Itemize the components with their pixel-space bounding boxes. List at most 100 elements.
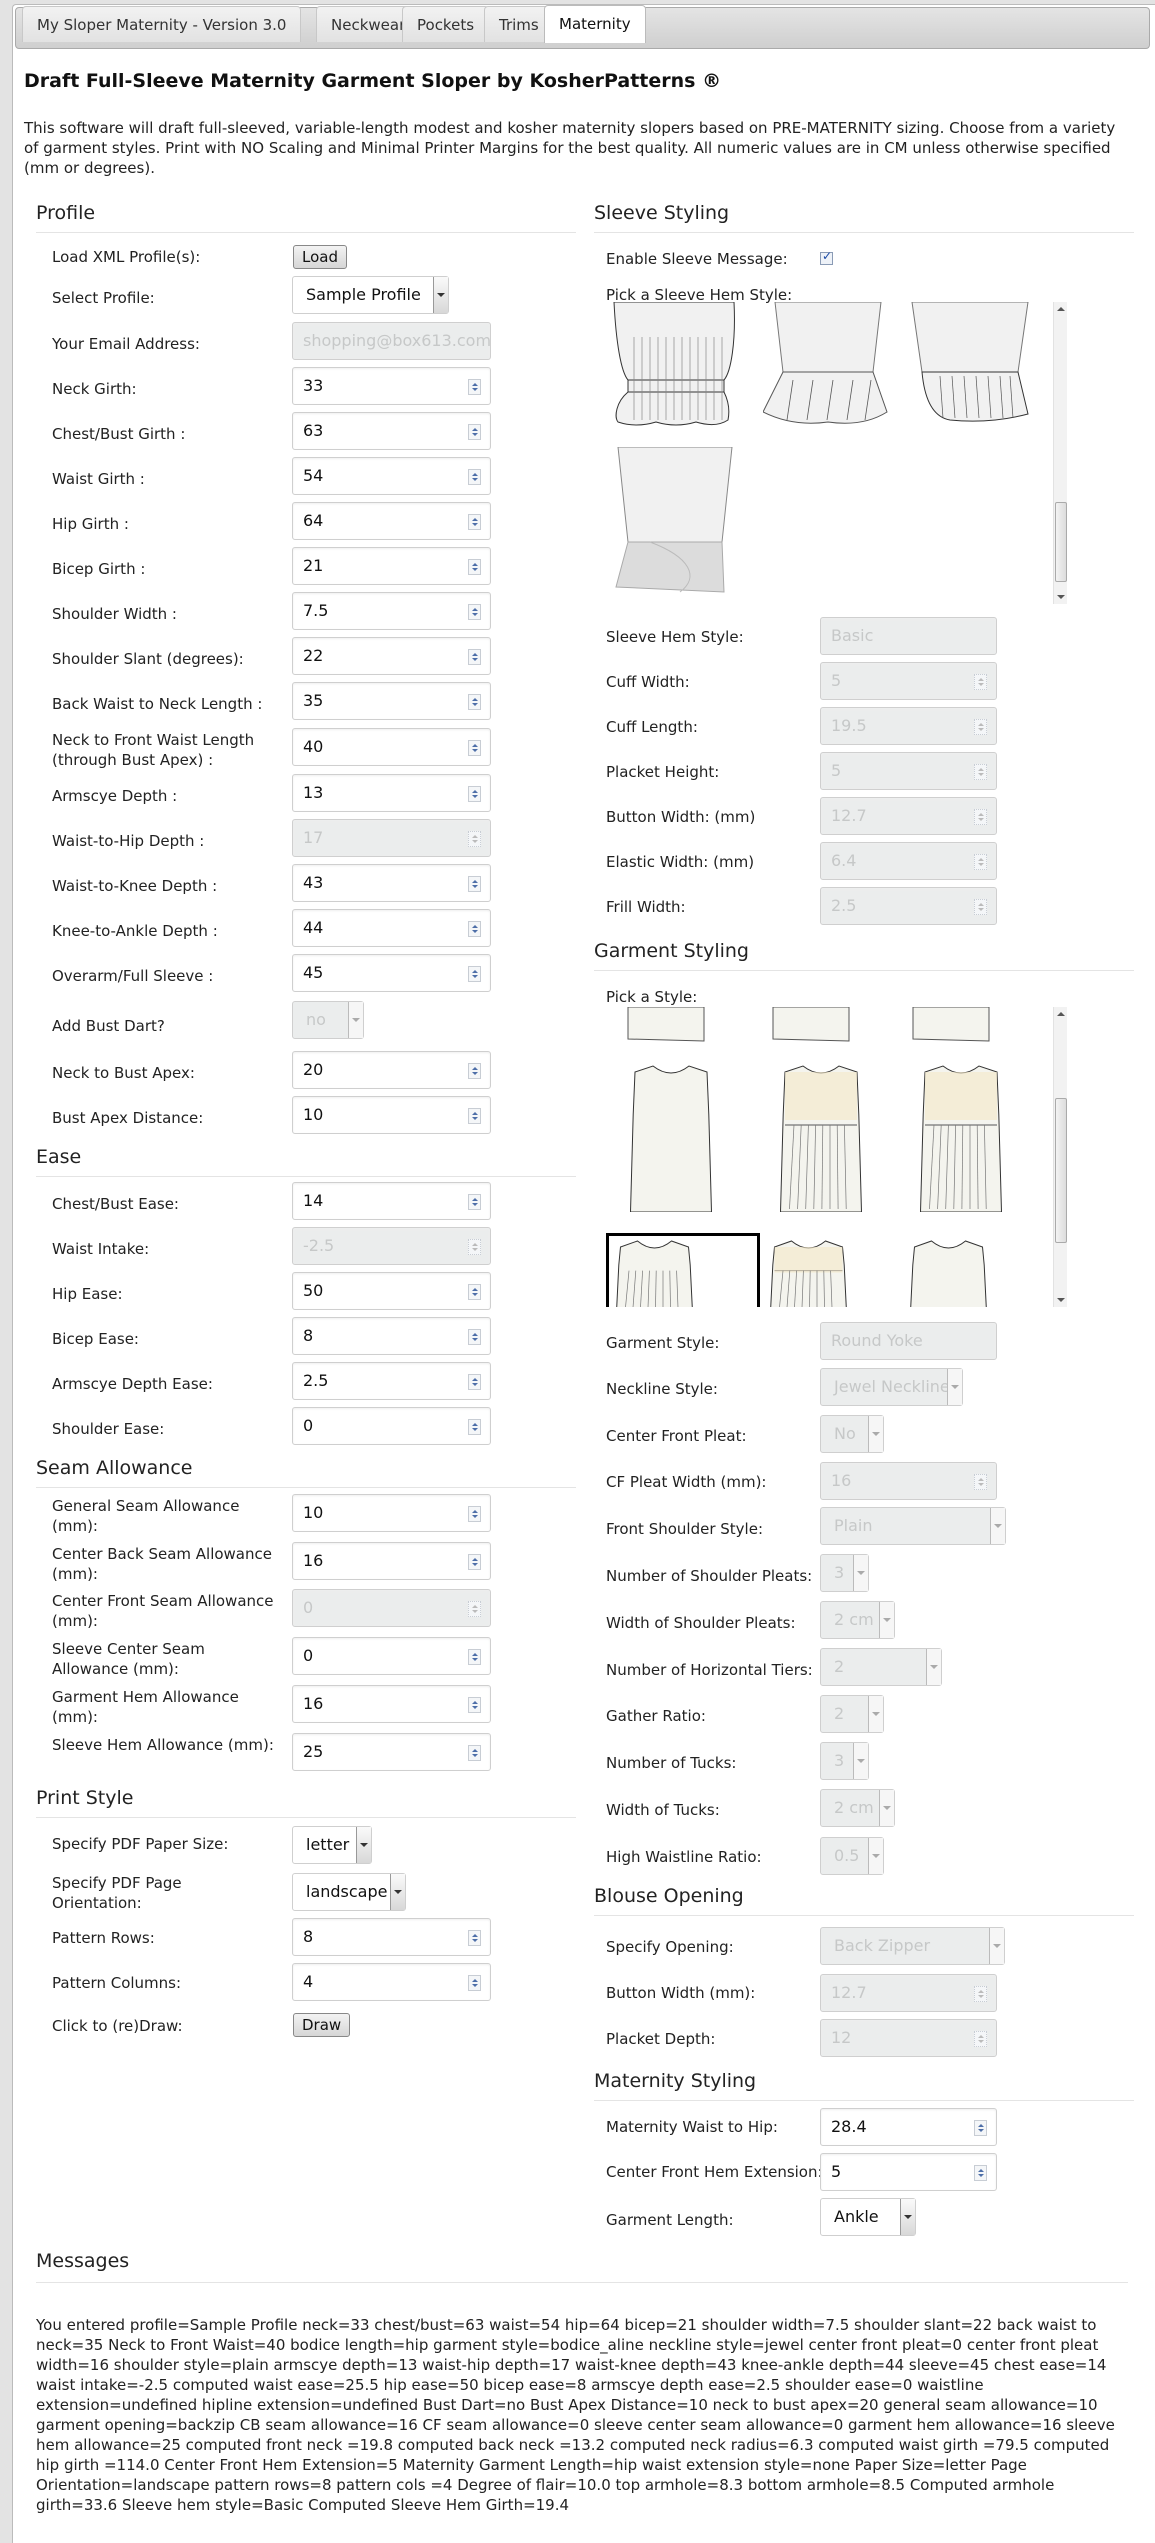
measurement-input[interactable]: 13	[292, 774, 491, 812]
placket-depth-label: Placket Depth:	[606, 2030, 716, 2048]
spinner-arrows-icon[interactable]	[468, 1930, 481, 1946]
garment-style-thumbnail[interactable]	[776, 1062, 866, 1216]
garment-style-thumbnail[interactable]	[906, 1237, 991, 1307]
garment-style-thumbnail[interactable]	[626, 1007, 706, 1047]
paper-size-select[interactable]: letter	[292, 1826, 372, 1864]
pattern-cols-input[interactable]: 4	[292, 1963, 491, 2001]
measurement-input[interactable]: 7.5	[292, 592, 491, 630]
spinner-arrows-icon	[974, 1986, 987, 2002]
sleeve-hem-gallery[interactable]	[600, 302, 1125, 602]
ease-input[interactable]: 50	[292, 1272, 491, 1310]
scroll-down-icon[interactable]	[1057, 1298, 1065, 1302]
ease-input[interactable]: 8	[292, 1317, 491, 1355]
measurement-input[interactable]: 10	[292, 1096, 491, 1134]
measurement-input[interactable]: 21	[292, 547, 491, 585]
spinner-arrows-icon[interactable]	[468, 1697, 481, 1713]
chevron-down-icon[interactable]	[900, 2199, 915, 2235]
garment-length-select[interactable]: Ankle	[820, 2198, 916, 2236]
measurement-input[interactable]: 40	[292, 728, 491, 766]
measurement-input[interactable]: 20	[292, 1051, 491, 1089]
scroll-down-icon[interactable]	[1057, 595, 1065, 599]
spinner-arrows-icon[interactable]	[468, 1329, 481, 1345]
spinner-arrows-icon[interactable]	[468, 604, 481, 620]
sleeve-hem-thumbnail[interactable]	[762, 302, 893, 431]
measurement-input[interactable]: 64	[292, 502, 491, 540]
spinner-arrows-icon[interactable]	[468, 876, 481, 892]
draw-button[interactable]: Draw	[293, 2013, 351, 2037]
sleeve-hem-thumbnail[interactable]	[606, 302, 736, 431]
seam-allowance-input[interactable]: 16	[292, 1542, 491, 1580]
chevron-down-icon[interactable]	[390, 1874, 405, 1910]
ease-input[interactable]: 14	[292, 1182, 491, 1220]
measurement-input[interactable]: 44	[292, 909, 491, 947]
gather-ratio-select-value: 2	[834, 1704, 845, 1723]
orientation-select[interactable]: landscape	[292, 1873, 406, 1911]
spinner-arrows-icon[interactable]	[974, 2120, 987, 2136]
sleeve-hem-thumbnail[interactable]	[610, 446, 740, 601]
spinner-arrows-icon[interactable]	[468, 1419, 481, 1435]
spinner-arrows-icon[interactable]	[468, 1063, 481, 1079]
measurement-input[interactable]: 35	[292, 682, 491, 720]
spinner-arrows-icon[interactable]	[468, 1975, 481, 1991]
scroll-up-icon[interactable]	[1057, 1012, 1065, 1016]
garment-style-thumbnail[interactable]	[626, 1062, 716, 1216]
garment-gallery-scrollbar[interactable]	[1053, 1007, 1067, 1307]
select-profile-dropdown[interactable]: Sample Profile	[292, 276, 449, 314]
chevron-down-icon[interactable]	[433, 277, 448, 313]
spinner-arrows-icon[interactable]	[468, 1745, 481, 1761]
spinner-arrows-icon[interactable]	[468, 966, 481, 982]
garment-style-thumbnail[interactable]	[771, 1007, 851, 1047]
tab-pockets[interactable]: Pockets	[402, 6, 490, 42]
spinner-arrows-icon[interactable]	[468, 559, 481, 575]
spinner-arrows-icon[interactable]	[468, 1506, 481, 1522]
measurement-input[interactable]: 63	[292, 412, 491, 450]
pattern-cols-label: Pattern Columns:	[52, 1974, 182, 1992]
spinner-arrows-icon[interactable]	[468, 694, 481, 710]
spinner-arrows-icon[interactable]	[468, 1554, 481, 1570]
spinner-arrows-icon[interactable]	[468, 1108, 481, 1124]
scroll-thumb[interactable]	[1055, 502, 1067, 582]
scroll-thumb[interactable]	[1055, 1098, 1067, 1243]
sleeve-message-checkbox[interactable]	[820, 249, 833, 265]
spinner-arrows-icon[interactable]	[468, 921, 481, 937]
chevron-down-icon[interactable]	[356, 1827, 371, 1863]
seam-allowance-input[interactable]: 25	[292, 1733, 491, 1771]
load-button[interactable]: Load	[293, 245, 347, 269]
spinner-arrows-icon[interactable]	[468, 1284, 481, 1300]
spinner-arrows-icon[interactable]	[468, 1374, 481, 1390]
pattern-rows-input[interactable]: 8	[292, 1918, 491, 1956]
spinner-arrows-icon[interactable]	[468, 786, 481, 802]
ease-input[interactable]: 0	[292, 1407, 491, 1445]
measurement-input[interactable]: 43	[292, 864, 491, 902]
spinner-arrows-icon[interactable]	[974, 2165, 987, 2181]
seam-allowance-input[interactable]: 16	[292, 1685, 491, 1723]
spinner-arrows-icon[interactable]	[468, 379, 481, 395]
garment-style-thumbnail[interactable]	[911, 1007, 991, 1047]
spinner-arrows-icon[interactable]	[468, 1649, 481, 1665]
seam-allowance-input[interactable]: 10	[292, 1494, 491, 1532]
sleeve-gallery-scrollbar[interactable]	[1053, 302, 1067, 604]
spinner-arrows-icon[interactable]	[468, 514, 481, 530]
spinner-arrows-icon[interactable]	[468, 649, 481, 665]
garment-style-thumbnail[interactable]	[916, 1062, 1006, 1216]
seam-allowance-input[interactable]: 0	[292, 1637, 491, 1675]
section-title-maternity-styling: Maternity Styling	[594, 2070, 757, 2092]
spinner-arrows-icon[interactable]	[468, 469, 481, 485]
measurement-input[interactable]: 45	[292, 954, 491, 992]
ease-input[interactable]: 2.5	[292, 1362, 491, 1400]
garment-style-thumbnail[interactable]	[766, 1237, 851, 1307]
cf-hem-extension-input[interactable]: 5	[820, 2153, 997, 2191]
spinner-arrows-icon[interactable]	[468, 740, 481, 756]
sleeve-hem-thumbnail[interactable]	[910, 302, 1030, 431]
measurement-input[interactable]: 22	[292, 637, 491, 675]
measurement-input-value: 44	[303, 918, 324, 937]
scroll-up-icon[interactable]	[1057, 307, 1065, 311]
measurement-input[interactable]: 54	[292, 457, 491, 495]
maternity-waist-hip-input[interactable]: 28.4	[820, 2108, 997, 2146]
spinner-arrows-icon[interactable]	[468, 424, 481, 440]
tab-my-sloper[interactable]: My Sloper Maternity - Version 3.0	[22, 6, 302, 42]
tab-maternity[interactable]: Maternity	[544, 5, 646, 43]
spinner-arrows-icon[interactable]	[468, 1194, 481, 1210]
garment-style-gallery[interactable]	[606, 1007, 1046, 1307]
measurement-input[interactable]: 33	[292, 367, 491, 405]
